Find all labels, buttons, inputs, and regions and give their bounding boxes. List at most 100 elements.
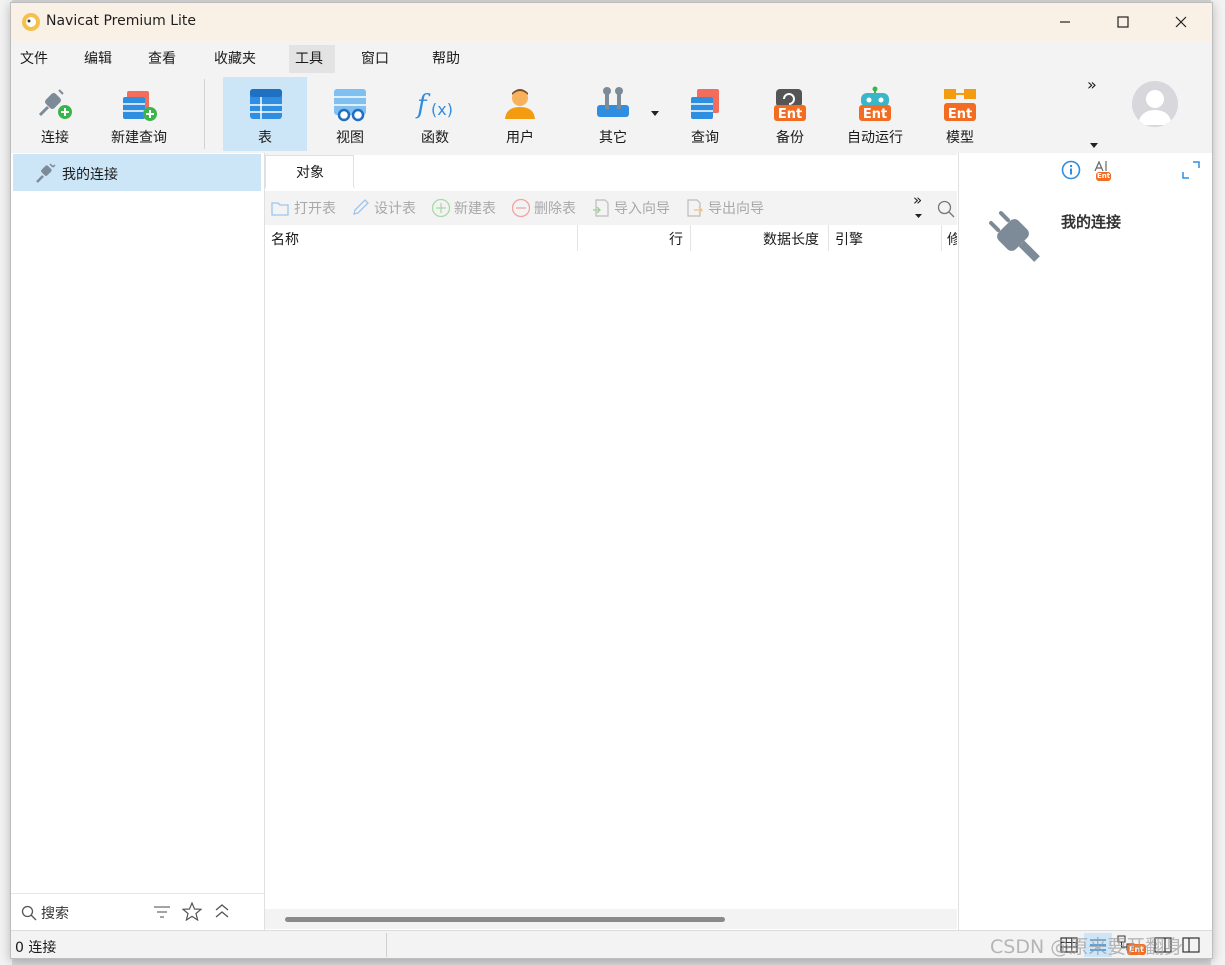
model-icon: Ent xyxy=(944,89,976,122)
sidebar-search-bar: 搜索 xyxy=(11,893,264,930)
model-button[interactable]: Ent 模型 xyxy=(918,77,1002,151)
tab-objects-label: 对象 xyxy=(296,165,324,181)
new-table-button[interactable]: 新建表 xyxy=(431,198,496,218)
import-wizard-button[interactable]: 导入向导 xyxy=(591,198,670,218)
table-button[interactable]: 表 xyxy=(223,77,307,151)
tab-objects[interactable]: 对象 xyxy=(265,155,355,188)
user-button[interactable]: 用户 xyxy=(478,77,562,151)
connect-button[interactable]: 连接 xyxy=(13,77,97,151)
add-circle-icon xyxy=(431,198,451,218)
connection-plug-icon xyxy=(36,163,56,183)
menu-edit[interactable]: 编辑 xyxy=(78,45,118,73)
column-header-rows[interactable]: 行 xyxy=(669,229,683,249)
user-icon xyxy=(505,89,535,119)
object-list-header: 名称 行 数据长度 引擎 修 xyxy=(265,225,957,251)
query-label: 查询 xyxy=(691,130,719,146)
close-button[interactable] xyxy=(1152,3,1210,41)
connect-label: 连接 xyxy=(41,130,69,146)
filter-icon[interactable] xyxy=(153,904,171,920)
star-icon[interactable] xyxy=(182,902,202,921)
backup-button[interactable]: Ent 备份 xyxy=(748,77,832,151)
view-button[interactable]: 视图 xyxy=(308,77,392,151)
toolbar-overflow-button[interactable]: » xyxy=(1087,75,1097,94)
background-app-right xyxy=(1211,0,1225,965)
others-dropdown-chevron-icon[interactable] xyxy=(651,111,659,117)
user-avatar[interactable] xyxy=(1132,81,1178,127)
minimize-icon xyxy=(1060,21,1070,23)
model-ent-badge: Ent xyxy=(948,107,972,122)
status-divider xyxy=(386,933,387,957)
pencil-icon xyxy=(353,199,369,215)
open-table-button[interactable]: 打开表 xyxy=(271,198,336,218)
column-header-data-length[interactable]: 数据长度 xyxy=(763,229,819,249)
new-query-label: 新建查询 xyxy=(111,130,167,146)
function-icon: f (x) xyxy=(415,90,453,120)
svg-text:(x): (x) xyxy=(431,100,453,119)
maximize-button[interactable] xyxy=(1094,3,1152,41)
horizontal-scrollbar[interactable] xyxy=(265,909,957,929)
design-table-label: 设计表 xyxy=(374,201,416,217)
new-query-button[interactable]: 新建查询 xyxy=(97,77,181,151)
menu-window[interactable]: 窗口 xyxy=(355,45,395,73)
scrollbar-thumb[interactable] xyxy=(285,917,725,922)
info-panel-title: 我的连接 xyxy=(1061,213,1122,231)
info-icon[interactable] xyxy=(1061,160,1081,180)
ddl-ent-button[interactable]: Ent xyxy=(1092,159,1112,181)
toolbar-divider xyxy=(204,79,205,149)
menu-bar: 文件 编辑 查看 收藏夹 工具 窗口 帮助 xyxy=(11,41,1212,75)
backup-ent-badge: Ent xyxy=(778,107,802,122)
object-search-icon[interactable] xyxy=(937,200,955,218)
toolbar-overflow-chevron-icon[interactable] xyxy=(1090,143,1098,149)
tab-bar-empty xyxy=(353,155,958,187)
menu-favorites[interactable]: 收藏夹 xyxy=(208,45,262,73)
others-button[interactable]: 其它 xyxy=(571,77,655,151)
column-header-modified[interactable]: 修 xyxy=(947,229,957,249)
main-toolbar: 连接 新建查询 表 视图 f (x) 函数 用户 其它 查询 Ent 备份 En… xyxy=(11,75,1212,153)
export-wizard-button[interactable]: 导出向导 xyxy=(685,198,764,218)
collapse-icon[interactable] xyxy=(214,903,230,919)
tools-icon xyxy=(597,87,629,117)
menu-file[interactable]: 文件 xyxy=(14,45,54,73)
function-label: 函数 xyxy=(421,130,449,146)
connection-name: 我的连接 xyxy=(62,167,118,183)
view-label: 视图 xyxy=(336,130,364,146)
sidebar-search-input[interactable]: 搜索 xyxy=(41,903,69,923)
function-button[interactable]: f (x) 函数 xyxy=(393,77,477,151)
view-icon xyxy=(334,89,366,122)
design-table-button[interactable]: 设计表 xyxy=(351,198,416,218)
import-icon xyxy=(593,199,609,217)
automation-label: 自动运行 xyxy=(847,130,903,146)
open-table-label: 打开表 xyxy=(294,201,336,217)
export-icon xyxy=(687,199,703,217)
menu-tools[interactable]: 工具 xyxy=(289,45,335,73)
connection-item-my-connection[interactable]: 我的连接 xyxy=(13,154,261,191)
import-wizard-label: 导入向导 xyxy=(614,201,670,217)
avatar-person-icon xyxy=(1138,90,1172,125)
maximize-icon xyxy=(1117,16,1129,28)
automation-ent-badge: Ent xyxy=(863,107,887,122)
column-divider xyxy=(577,225,578,251)
title-bar: Navicat Premium Lite xyxy=(11,3,1212,41)
new-table-label: 新建表 xyxy=(454,201,496,217)
ddl-ent-badge: Ent xyxy=(1096,172,1112,181)
delete-table-button[interactable]: 删除表 xyxy=(511,198,576,218)
column-divider xyxy=(941,225,942,251)
query-button[interactable]: 查询 xyxy=(663,77,747,151)
connection-large-plug-icon xyxy=(989,211,1040,262)
minimize-button[interactable] xyxy=(1036,3,1094,41)
folder-open-icon xyxy=(271,202,289,216)
object-toolbar-overflow-button[interactable]: » xyxy=(913,191,922,209)
automation-button[interactable]: Ent 自动运行 xyxy=(833,77,917,151)
object-toolbar-overflow-chevron-icon[interactable] xyxy=(915,214,922,219)
window-title: Navicat Premium Lite xyxy=(46,13,196,29)
panel-toggle-icon[interactable] xyxy=(1182,937,1200,953)
expand-icon[interactable] xyxy=(1182,161,1200,179)
user-label: 用户 xyxy=(506,130,534,146)
column-header-engine[interactable]: 引擎 xyxy=(835,229,863,249)
new-query-icon xyxy=(123,91,157,121)
menu-help[interactable]: 帮助 xyxy=(426,45,466,73)
menu-view[interactable]: 查看 xyxy=(142,45,182,73)
remove-circle-icon xyxy=(511,198,531,218)
column-header-name[interactable]: 名称 xyxy=(271,229,299,249)
query-icon xyxy=(691,89,719,119)
